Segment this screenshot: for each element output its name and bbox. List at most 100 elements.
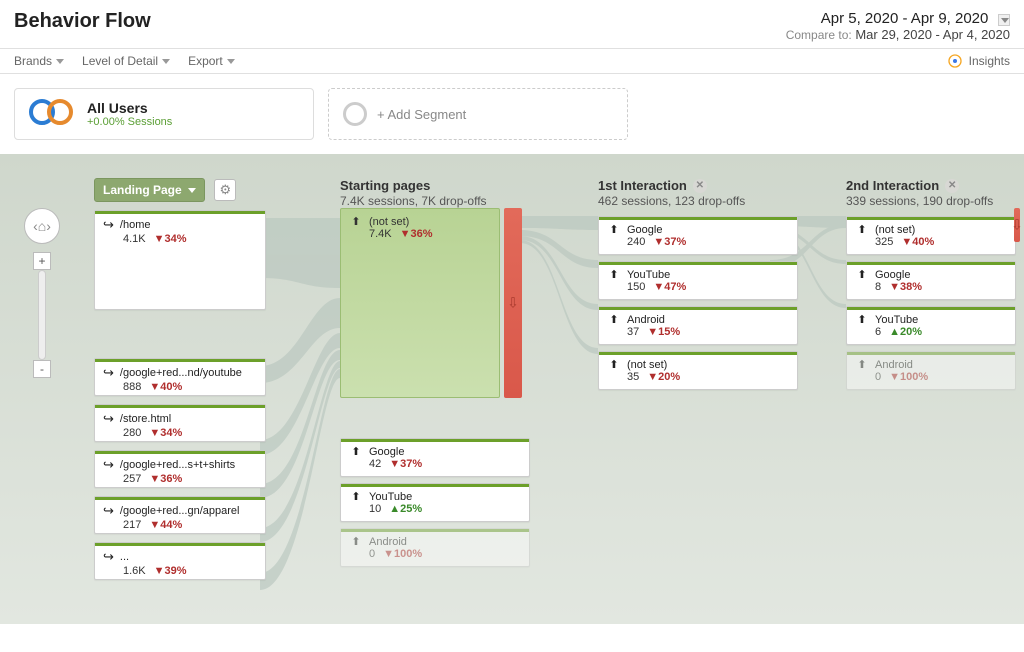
node-label: ...	[120, 551, 129, 563]
step-icon: ⬆	[855, 268, 869, 281]
node-count: 8	[875, 281, 881, 293]
export-label: Export	[188, 54, 223, 68]
node-count: 7.4K	[369, 228, 392, 240]
flow-node[interactable]: ⬆Google42▼37%	[340, 438, 530, 477]
arrow-icon: ↪	[103, 217, 114, 233]
add-segment-label: + Add Segment	[377, 107, 466, 122]
step-icon: ⬆	[855, 358, 869, 371]
node-label: (not set)	[369, 216, 409, 228]
date-range[interactable]: Apr 5, 2020 - Apr 9, 2020	[821, 10, 989, 27]
export-dropdown[interactable]: Export	[188, 54, 235, 68]
arrow-icon: ↪	[103, 503, 114, 519]
step-icon: ⬆	[607, 313, 621, 326]
node-label: /google+red...nd/youtube	[120, 367, 242, 379]
node-label: Google	[875, 269, 910, 281]
compare-range: Mar 29, 2020 - Apr 4, 2020	[855, 27, 1010, 42]
insights-label: Insights	[969, 54, 1010, 68]
arrow-icon: ↪	[103, 457, 114, 473]
flow-node[interactable]: ⬆YouTube150▼47%	[598, 261, 798, 300]
node-count: 4.1K	[123, 233, 146, 245]
insights-icon	[947, 53, 963, 69]
node-label: /google+red...gn/apparel	[120, 505, 240, 517]
node-label: YouTube	[369, 491, 412, 503]
step-icon: ⬆	[349, 445, 363, 458]
close-icon[interactable]: ✕	[945, 179, 959, 193]
step-icon: ⬆	[349, 490, 363, 503]
chevron-down-icon	[56, 59, 64, 64]
landing-node[interactable]: ↪ /home 4.1K ▼34%	[94, 210, 266, 310]
date-range-caret-icon[interactable]	[998, 14, 1010, 26]
brands-label: Brands	[14, 54, 52, 68]
flow-node[interactable]: ⬆Android0▼100%	[340, 528, 530, 567]
step-icon: ⬆	[607, 223, 621, 236]
compare-label: Compare to:	[786, 28, 852, 42]
node-label: Android	[875, 359, 913, 371]
node-delta: ▼34%	[149, 427, 182, 439]
node-label: /home	[120, 219, 151, 231]
node-delta: ▼100%	[889, 371, 928, 383]
node-count: 280	[123, 427, 141, 439]
flow-node[interactable]: ⬆Google8▼38%	[846, 261, 1016, 300]
add-segment-button[interactable]: + Add Segment	[328, 88, 628, 140]
node-count: 888	[123, 381, 141, 393]
node-label: (not set)	[875, 224, 915, 236]
col-sub-second: 339 sessions, 190 drop-offs	[846, 194, 1016, 208]
dimension-select[interactable]: Landing Page	[94, 178, 205, 202]
node-delta: ▼34%	[154, 233, 187, 245]
brands-dropdown[interactable]: Brands	[14, 54, 64, 68]
step-icon: ⬆	[607, 268, 621, 281]
level-of-detail-dropdown[interactable]: Level of Detail	[82, 54, 170, 68]
arrow-icon: ↪	[103, 365, 114, 381]
zoom-in-button[interactable]: +	[33, 252, 51, 270]
node-count: 37	[627, 326, 639, 338]
node-delta: ▼37%	[653, 236, 686, 248]
dimension-settings-button[interactable]: ⚙	[214, 179, 236, 201]
flow-node[interactable]: ⬆YouTube10▲25%	[340, 483, 530, 522]
flow-node[interactable]: ⬆ Android0 ▼100%	[846, 351, 1016, 390]
col-sub-starting: 7.4K sessions, 7K drop-offs	[340, 194, 540, 208]
landing-node[interactable]: ↪...1.6K▼39%	[94, 542, 266, 580]
landing-node[interactable]: ↪/google+red...nd/youtube888▼40%	[94, 358, 266, 396]
segment-all-users[interactable]: All Users +0.00% Sessions	[14, 88, 314, 140]
node-label: YouTube	[875, 314, 918, 326]
landing-node[interactable]: ↪ /store.html 280 ▼34%	[94, 404, 266, 442]
landing-node[interactable]: ↪/google+red...s+t+shirts257▼36%	[94, 450, 266, 488]
segment-subtitle: +0.00% Sessions	[87, 116, 172, 128]
zoom-home-button[interactable]: ⌂	[24, 208, 60, 244]
node-starting-notset[interactable]: ⬆(not set) 7.4K▼36%	[340, 208, 500, 398]
flow-node[interactable]: ⬆YouTube6▲20%	[846, 306, 1016, 345]
node-delta: ▼15%	[647, 326, 680, 338]
insights-button[interactable]: Insights	[947, 53, 1010, 69]
add-segment-circle-icon	[343, 102, 367, 126]
landing-node[interactable]: ↪/google+red...gn/apparel217▼44%	[94, 496, 266, 534]
flow-node[interactable]: ⬆ Google240 ▼37%	[598, 216, 798, 255]
arrow-icon: ↪	[103, 549, 114, 565]
flow-node[interactable]: ⬆(not set)35▼20%	[598, 351, 798, 390]
lod-label: Level of Detail	[82, 54, 158, 68]
step-icon: ⬆	[607, 358, 621, 371]
node-count: 217	[123, 519, 141, 531]
node-count: 6	[875, 326, 881, 338]
node-count: 35	[627, 371, 639, 383]
arrow-icon: ↪	[103, 411, 114, 427]
close-icon[interactable]: ✕	[693, 179, 707, 193]
node-label: Google	[627, 224, 662, 236]
dropoff-bar-starting	[504, 208, 522, 398]
dropoff-bar-second	[1014, 208, 1020, 242]
step-icon: ⬆	[349, 215, 363, 228]
zoom-slider[interactable]	[38, 270, 46, 360]
node-count: 240	[627, 236, 645, 248]
flow-node[interactable]: ⬆Android37▼15%	[598, 306, 798, 345]
zoom-control: ⌂ + -	[24, 208, 60, 378]
step-icon: ⬆	[349, 535, 363, 548]
node-label: /google+red...s+t+shirts	[120, 459, 235, 471]
node-delta: ▲25%	[389, 503, 422, 515]
node-delta: ▼36%	[149, 473, 182, 485]
node-label: /store.html	[120, 413, 171, 425]
node-delta: ▼20%	[647, 371, 680, 383]
node-label: Google	[369, 446, 404, 458]
node-delta: ▼37%	[389, 458, 422, 470]
zoom-out-button[interactable]: -	[33, 360, 51, 378]
flow-node[interactable]: ⬆(not set)325▼40%	[846, 216, 1016, 255]
node-count: 0	[875, 371, 881, 383]
